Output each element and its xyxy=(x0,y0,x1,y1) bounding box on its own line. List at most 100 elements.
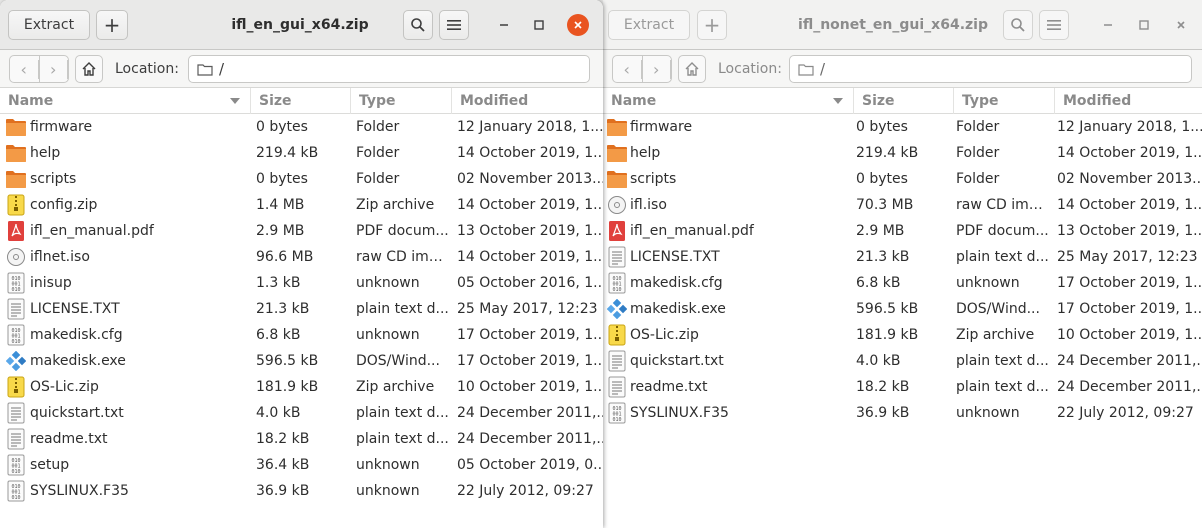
column-modified[interactable]: Modified xyxy=(1055,88,1202,114)
file-type: Folder xyxy=(356,119,400,135)
file-modified: 17 October 2019, 1... xyxy=(457,353,603,369)
column-modified[interactable]: Modified xyxy=(452,88,603,114)
add-files-button[interactable]: + xyxy=(96,10,128,40)
plus-icon: + xyxy=(103,13,121,37)
file-row[interactable]: firmware 0 bytes Folder 12 January 2018, 1.… xyxy=(603,114,1202,140)
location-label: Location: xyxy=(718,61,782,77)
home-button[interactable] xyxy=(75,55,103,83)
chevron-left-icon: ‹ xyxy=(613,59,642,79)
file-row[interactable]: ifl_en_manual.pdf 2.9 MB PDF docum... 13 Oc… xyxy=(603,218,1202,244)
column-name[interactable]: Name xyxy=(0,88,251,114)
close-button[interactable] xyxy=(567,14,589,36)
file-type: unknown xyxy=(356,457,420,473)
column-type[interactable]: Type xyxy=(351,88,452,114)
file-size: 21.3 kB xyxy=(856,249,910,265)
file-row[interactable]: quickstart.txt 4.0 kB plain text d... 24 De… xyxy=(603,348,1202,374)
file-row[interactable]: iflnet.iso 96.6 MB raw CD image 14 October … xyxy=(0,244,603,270)
chevron-right-icon: › xyxy=(40,59,68,79)
file-size: 219.4 kB xyxy=(256,145,319,161)
file-type: PDF docum... xyxy=(356,223,449,239)
file-row[interactable]: 010 001 010 SYSLINUX.F35 36.9 kB unknown 22 Ju… xyxy=(0,478,603,504)
forward-button[interactable]: › xyxy=(40,56,68,82)
file-row[interactable]: 010 001 010 makedisk.cfg 6.8 kB unknown 17 Oct… xyxy=(603,270,1202,296)
nav-buttons: ‹ › xyxy=(612,55,672,83)
back-button[interactable]: ‹ xyxy=(10,56,40,82)
file-row[interactable]: config.zip 1.4 MB Zip archive 14 October 20… xyxy=(0,192,603,218)
file-row[interactable]: ifl.iso 70.3 MB raw CD image 14 October 201… xyxy=(603,192,1202,218)
file-row[interactable]: quickstart.txt 4.0 kB plain text d... 24 De… xyxy=(0,400,603,426)
file-type: DOS/Wind... xyxy=(956,301,1040,317)
file-name: makedisk.exe xyxy=(30,353,126,369)
file-row[interactable]: 010 001 010 SYSLINUX.F35 36.9 kB unknown 22 Ju… xyxy=(603,400,1202,426)
file-modified: 24 December 2011,... xyxy=(457,405,603,421)
file-row[interactable]: OS-Lic.zip 181.9 kB Zip archive 10 October … xyxy=(603,322,1202,348)
file-row[interactable]: LICENSE.TXT 21.3 kB plain text d... 25 May … xyxy=(0,296,603,322)
text-icon xyxy=(5,296,27,322)
file-row[interactable]: readme.txt 18.2 kB plain text d... 24 Decem… xyxy=(0,426,603,452)
file-row[interactable]: 010 001 010 inisup 1.3 kB unknown 05 October 2… xyxy=(0,270,603,296)
file-row[interactable]: LICENSE.TXT 21.3 kB plain text d... 25 May … xyxy=(603,244,1202,270)
menu-button[interactable] xyxy=(1039,10,1069,40)
home-button[interactable] xyxy=(678,55,706,83)
file-size: 0 bytes xyxy=(856,171,908,187)
forward-button[interactable]: › xyxy=(643,56,671,82)
zip-icon xyxy=(606,322,628,348)
add-files-button[interactable]: + xyxy=(697,10,727,40)
file-row[interactable]: scripts 0 bytes Folder 02 November 2013... xyxy=(0,166,603,192)
binary-icon: 010 001 010 xyxy=(5,270,27,296)
column-name[interactable]: Name xyxy=(603,88,854,114)
location-field[interactable]: / xyxy=(188,55,590,83)
file-modified: 22 July 2012, 09:27 xyxy=(1057,405,1194,421)
file-type: plain text d... xyxy=(356,405,449,421)
file-row[interactable]: help 219.4 kB Folder 14 October 2019, 1... xyxy=(0,140,603,166)
file-row[interactable]: makedisk.exe 596.5 kB DOS/Wind... 17 Octobe… xyxy=(0,348,603,374)
chevron-left-icon: ‹ xyxy=(10,59,39,79)
minimize-button[interactable] xyxy=(1097,14,1119,36)
column-size[interactable]: Size xyxy=(251,88,351,114)
file-modified: 14 October 2019, 1... xyxy=(457,145,603,161)
file-row[interactable]: OS-Lic.zip 181.9 kB Zip archive 10 October … xyxy=(0,374,603,400)
file-name: quickstart.txt xyxy=(630,353,724,369)
file-size: 18.2 kB xyxy=(256,431,310,447)
file-size: 181.9 kB xyxy=(856,327,919,343)
back-button[interactable]: ‹ xyxy=(613,56,643,82)
file-row[interactable]: ifl_en_manual.pdf 2.9 MB PDF docum... 13 Oc… xyxy=(0,218,603,244)
file-name: LICENSE.TXT xyxy=(30,301,120,317)
folder-outline-icon xyxy=(197,63,213,76)
folder-icon xyxy=(5,114,27,140)
file-size: 4.0 kB xyxy=(256,405,301,421)
file-row[interactable]: makedisk.exe 596.5 kB DOS/Wind... 17 Octobe… xyxy=(603,296,1202,322)
close-button[interactable] xyxy=(1170,14,1192,36)
file-modified: 14 October 2019, 1... xyxy=(1057,145,1202,161)
folder-icon xyxy=(5,140,27,166)
extract-button[interactable]: Extract xyxy=(8,10,90,40)
extract-button[interactable]: Extract xyxy=(608,10,690,40)
column-name-label: Name xyxy=(611,93,657,109)
home-icon xyxy=(685,62,699,76)
maximize-button[interactable] xyxy=(1133,14,1155,36)
file-row[interactable]: readme.txt 18.2 kB plain text d... 24 Decem… xyxy=(603,374,1202,400)
file-name: firmware xyxy=(30,119,93,135)
file-row[interactable]: 010 001 010 makedisk.cfg 6.8 kB unknown 17 Oct… xyxy=(0,322,603,348)
minimize-button[interactable] xyxy=(493,14,515,36)
file-row[interactable]: scripts 0 bytes Folder 02 November 2013... xyxy=(603,166,1202,192)
svg-text:010: 010 xyxy=(11,287,20,293)
file-row[interactable]: firmware 0 bytes Folder 12 January 2018, 1.… xyxy=(0,114,603,140)
file-modified: 13 October 2019, 1... xyxy=(457,223,603,239)
search-button[interactable] xyxy=(403,10,433,40)
menu-button[interactable] xyxy=(439,10,469,40)
file-row[interactable]: help 219.4 kB Folder 14 October 2019, 1... xyxy=(603,140,1202,166)
hamburger-icon xyxy=(1047,20,1061,30)
plus-icon: + xyxy=(703,13,721,37)
column-type[interactable]: Type xyxy=(954,88,1055,114)
maximize-icon xyxy=(1139,20,1149,30)
file-modified: 12 January 2018, 1... xyxy=(457,119,603,135)
sort-descending-icon xyxy=(833,98,843,104)
column-size[interactable]: Size xyxy=(854,88,954,114)
location-field[interactable]: / xyxy=(789,55,1192,83)
search-button[interactable] xyxy=(1003,10,1033,40)
maximize-icon xyxy=(534,20,544,30)
minimize-icon xyxy=(500,24,508,26)
file-row[interactable]: 010 001 010 setup 36.4 kB unknown 05 October 2… xyxy=(0,452,603,478)
maximize-button[interactable] xyxy=(528,14,550,36)
